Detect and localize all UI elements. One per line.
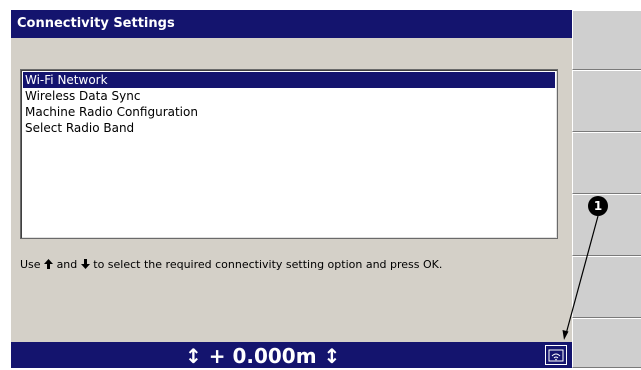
list-item-wireless-data-sync[interactable]: Wireless Data Sync bbox=[23, 88, 555, 104]
radio-icon[interactable] bbox=[545, 345, 567, 365]
up-arrow-icon bbox=[44, 258, 54, 271]
window-title: Connectivity Settings bbox=[11, 10, 572, 38]
screen: Connectivity Settings Wi-Fi Network Wire… bbox=[0, 0, 641, 368]
list-item-select-radio-band[interactable]: Select Radio Band bbox=[23, 120, 555, 136]
callout-badge: 1 bbox=[588, 196, 608, 216]
softkey-1[interactable] bbox=[572, 10, 641, 70]
instruction-prefix: Use bbox=[20, 258, 41, 271]
softkey-column bbox=[572, 10, 641, 368]
softkey-5[interactable] bbox=[572, 256, 641, 318]
options-list[interactable]: Wi-Fi Network Wireless Data Sync Machine… bbox=[20, 69, 558, 239]
instruction-middle: and bbox=[56, 258, 78, 271]
softkey-2[interactable] bbox=[572, 70, 641, 132]
down-arrow-icon bbox=[80, 258, 90, 271]
instruction-suffix: to select the required connectivity sett… bbox=[93, 258, 443, 271]
list-item-wifi-network[interactable]: Wi-Fi Network bbox=[23, 72, 555, 88]
instruction-text: Use and to select the required connectiv… bbox=[20, 258, 565, 271]
softkey-6[interactable] bbox=[572, 318, 641, 368]
softkey-3[interactable] bbox=[572, 132, 641, 194]
list-item-machine-radio-configuration[interactable]: Machine Radio Configuration bbox=[23, 104, 555, 120]
status-bar: ↕ + 0.000m ↕ bbox=[11, 342, 572, 368]
elevation-readout: ↕ + 0.000m ↕ bbox=[185, 344, 341, 368]
